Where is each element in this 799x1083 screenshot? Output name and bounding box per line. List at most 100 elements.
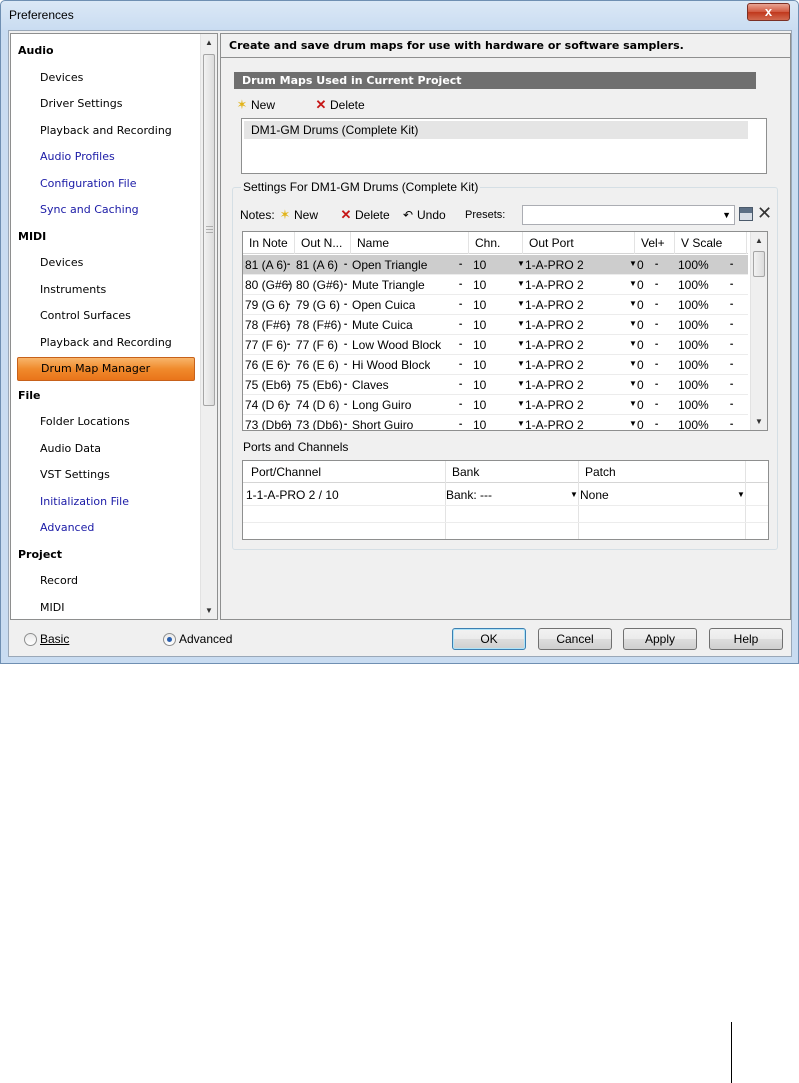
ellipsis-icon[interactable]: ••• — [730, 375, 733, 395]
ellipsis-icon[interactable]: ••• — [459, 415, 462, 430]
chevron-down-icon[interactable]: ▼ — [629, 395, 637, 413]
chevron-down-icon[interactable]: ▼ — [629, 335, 637, 353]
nav-group-midi[interactable]: MIDI — [11, 224, 199, 250]
nav-item-audio-driver-settings[interactable]: Driver Settings — [11, 91, 199, 117]
vel-cell[interactable]: 0 — [637, 255, 644, 275]
chevron-down-icon[interactable]: ▼ — [517, 355, 525, 373]
ok-button[interactable]: OK — [452, 628, 526, 650]
nav-scroll-thumb[interactable]: — — — — [203, 54, 215, 406]
out-cell[interactable]: 79 (G 6) — [296, 295, 340, 315]
in-cell[interactable]: 80 (G#6) — [245, 275, 292, 295]
basic-radio[interactable] — [24, 633, 37, 646]
ellipsis-icon[interactable]: ••• — [459, 295, 462, 315]
chevron-down-icon[interactable]: ▼ — [517, 395, 525, 413]
new-map-button[interactable]: ✶ New — [235, 96, 275, 114]
help-button[interactable]: Help — [709, 628, 783, 650]
notes-grid-scrollbar[interactable]: ▲ ▼ — [750, 232, 767, 430]
nav-group-file[interactable]: File — [11, 383, 199, 409]
chn-cell[interactable]: 10 — [473, 335, 486, 355]
chevron-down-icon[interactable]: ▼ — [737, 486, 745, 504]
nav-item-audio-configuration-file[interactable]: Configuration File — [11, 171, 199, 197]
ellipsis-icon[interactable]: ••• — [655, 355, 658, 375]
nav-item-file-vst-settings[interactable]: VST Settings — [11, 462, 199, 488]
title-bar[interactable]: Preferences x — [1, 1, 798, 29]
table-row[interactable]: 81 (A 6) 81 (A 6) Open Triangle 10 1-A-PRO 2… — [243, 255, 748, 275]
ellipsis-icon[interactable]: ••• — [459, 315, 462, 335]
col-header-out[interactable]: Out N... — [295, 232, 351, 254]
in-cell[interactable]: 73 (Db6) — [245, 415, 292, 430]
ellipsis-icon[interactable]: ••• — [655, 295, 658, 315]
vel-cell[interactable]: 0 — [637, 335, 644, 355]
chn-cell[interactable]: 10 — [473, 275, 486, 295]
chevron-down-icon[interactable]: ▼ — [722, 206, 731, 224]
chn-cell[interactable]: 10 — [473, 395, 486, 415]
port-channel-cell[interactable]: 1-1-A-PRO 2 / 10 — [246, 485, 339, 505]
chn-cell[interactable]: 10 — [473, 315, 486, 335]
nav-scrollbar[interactable]: ▲ — — — ▼ — [200, 34, 217, 619]
chevron-down-icon[interactable]: ▼ — [629, 255, 637, 273]
chevron-down-icon[interactable]: ▼ — [517, 415, 525, 430]
table-row[interactable]: 73 (Db6) 73 (Db6) Short Guiro 10 1-A-PRO 2 0 1… — [243, 415, 748, 430]
vel-cell[interactable]: 0 — [637, 375, 644, 395]
ellipsis-icon[interactable]: ••• — [730, 395, 733, 415]
nav-item-file-initialization-file[interactable]: Initialization File — [11, 489, 199, 515]
port-cell[interactable]: 1-A-PRO 2 — [525, 255, 584, 275]
delete-map-button[interactable]: ✕ Delete — [314, 96, 365, 114]
ellipsis-icon[interactable]: ••• — [344, 375, 347, 395]
in-cell[interactable]: 81 (A 6) — [245, 255, 287, 275]
ellipsis-icon[interactable]: ••• — [287, 295, 290, 315]
chn-cell[interactable]: 10 — [473, 415, 486, 430]
vscale-cell[interactable]: 100% — [678, 315, 709, 335]
vscale-cell[interactable]: 100% — [678, 375, 709, 395]
col-header-port[interactable]: Port/Channel — [251, 462, 321, 482]
ellipsis-icon[interactable]: ••• — [459, 395, 462, 415]
chevron-down-icon[interactable]: ▼ — [517, 275, 525, 293]
drum-maps-list[interactable]: DM1-GM Drums (Complete Kit) — [241, 118, 767, 174]
ellipsis-icon[interactable]: ••• — [730, 255, 733, 275]
delete-note-button[interactable]: ✕ Delete — [339, 206, 390, 224]
ellipsis-icon[interactable]: ••• — [730, 335, 733, 355]
vscale-cell[interactable]: 100% — [678, 415, 709, 430]
table-row[interactable]: 79 (G 6) 79 (G 6) Open Cuica 10 1-A-PRO 2 0 10… — [243, 295, 748, 315]
table-row[interactable]: 74 (D 6) 74 (D 6) Long Guiro 10 1-A-PRO 2 0 10… — [243, 395, 748, 415]
name-cell[interactable]: Open Triangle — [352, 255, 427, 275]
port-cell[interactable]: 1-A-PRO 2 — [525, 375, 584, 395]
nav-item-audio-audio-profiles[interactable]: Audio Profiles — [11, 144, 199, 170]
ellipsis-icon[interactable]: ••• — [459, 335, 462, 355]
scroll-up-icon[interactable]: ▲ — [201, 34, 217, 51]
chevron-down-icon[interactable]: ▼ — [629, 355, 637, 373]
ellipsis-icon[interactable]: ••• — [655, 255, 658, 275]
advanced-label[interactable]: Advanced — [179, 631, 232, 647]
ellipsis-icon[interactable]: ••• — [655, 335, 658, 355]
ellipsis-icon[interactable]: ••• — [344, 295, 347, 315]
out-cell[interactable]: 78 (F#6) — [296, 315, 341, 335]
ellipsis-icon[interactable]: ••• — [730, 275, 733, 295]
save-preset-icon[interactable] — [739, 207, 753, 221]
port-cell[interactable]: 1-A-PRO 2 — [525, 295, 584, 315]
ellipsis-icon[interactable]: ••• — [730, 315, 733, 335]
apply-button[interactable]: Apply — [623, 628, 697, 650]
col-header-vel[interactable]: Vel+ — [635, 232, 675, 254]
port-cell[interactable]: 1-A-PRO 2 — [525, 315, 584, 335]
nav-item-file-advanced[interactable]: Advanced — [11, 515, 199, 541]
chevron-down-icon[interactable]: ▼ — [517, 375, 525, 393]
ellipsis-icon[interactable]: ••• — [730, 415, 733, 430]
chevron-down-icon[interactable]: ▼ — [629, 315, 637, 333]
vscale-cell[interactable]: 100% — [678, 255, 709, 275]
name-cell[interactable]: Open Cuica — [352, 295, 415, 315]
col-header-port[interactable]: Out Port — [523, 232, 635, 254]
port-cell[interactable]: 1-A-PRO 2 — [525, 275, 584, 295]
name-cell[interactable]: Low Wood Block — [352, 335, 441, 355]
out-cell[interactable]: 80 (G#6) — [296, 275, 343, 295]
ellipsis-icon[interactable]: ••• — [459, 255, 462, 275]
in-cell[interactable]: 76 (E 6) — [245, 355, 288, 375]
ellipsis-icon[interactable]: ••• — [655, 395, 658, 415]
ellipsis-icon[interactable]: ••• — [344, 415, 347, 430]
nav-item-audio-sync-and-caching[interactable]: Sync and Caching — [11, 197, 199, 223]
nav-item-project-midi[interactable]: MIDI — [11, 595, 199, 620]
nav-item-midi-instruments[interactable]: Instruments — [11, 277, 199, 303]
port-cell[interactable]: 1-A-PRO 2 — [525, 335, 584, 355]
scroll-up-icon[interactable]: ▲ — [751, 232, 767, 249]
list-item[interactable]: DM1-GM Drums (Complete Kit) — [244, 121, 748, 139]
ellipsis-icon[interactable]: ••• — [344, 275, 347, 295]
